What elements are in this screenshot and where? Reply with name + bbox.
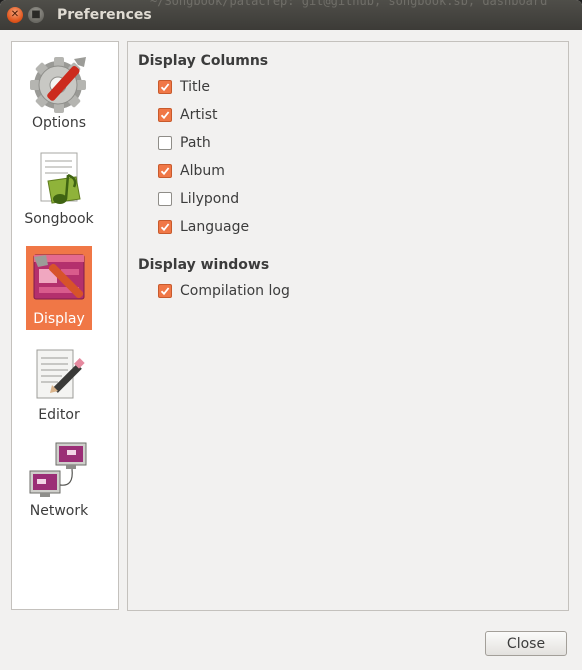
- close-button[interactable]: Close: [485, 631, 567, 656]
- checkbox[interactable]: [158, 80, 172, 94]
- sidebar-item-display[interactable]: Display: [26, 246, 92, 330]
- sidebar-item-editor[interactable]: Editor: [26, 342, 92, 426]
- column-path-checkbox[interactable]: Path: [158, 133, 211, 153]
- sidebar-item-label: Display: [33, 311, 85, 327]
- check-icon: [160, 111, 170, 120]
- minimize-icon: ■: [31, 9, 41, 20]
- window-minimize-button[interactable]: ■: [28, 7, 44, 23]
- column-lilypond-checkbox[interactable]: Lilypond: [158, 189, 239, 209]
- checkbox-label: Path: [180, 135, 211, 151]
- background-window-text: ~/Songbook/patacrep: git@github; songboo…: [150, 0, 548, 8]
- songbook-icon: [40, 152, 81, 204]
- preferences-sidebar: Options Songbook Display Editor Network: [11, 41, 119, 610]
- check-icon: [160, 223, 170, 232]
- check-icon: [160, 83, 170, 92]
- checkbox[interactable]: [158, 284, 172, 298]
- column-language-checkbox[interactable]: Language: [158, 217, 249, 237]
- window-title: Preferences: [57, 7, 152, 23]
- checkbox-label: Lilypond: [180, 191, 240, 207]
- checkbox[interactable]: [158, 164, 172, 178]
- sidebar-item-network[interactable]: Network: [26, 438, 92, 522]
- display-columns-title: Display Columns: [138, 53, 269, 69]
- checkbox[interactable]: [158, 108, 172, 122]
- column-title-checkbox[interactable]: Title: [158, 77, 210, 97]
- checkbox[interactable]: [158, 220, 172, 234]
- checkbox-label: Artist: [180, 107, 218, 123]
- checkbox-label: Album: [180, 163, 225, 179]
- checkbox-label: Compilation log: [180, 283, 290, 299]
- checkbox[interactable]: [158, 192, 172, 206]
- options-icon: [30, 57, 86, 113]
- check-icon: [160, 287, 170, 296]
- editor-icon: [36, 349, 85, 399]
- check-icon: [160, 167, 170, 176]
- compilation-log-checkbox[interactable]: Compilation log: [158, 281, 290, 301]
- title-bar[interactable]: ~/Songbook/patacrep: git@github; songboo…: [0, 0, 582, 30]
- sidebar-item-songbook[interactable]: Songbook: [24, 146, 94, 230]
- sidebar-item-options[interactable]: Options: [26, 50, 92, 134]
- checkbox-label: Title: [180, 79, 211, 95]
- close-icon: ✕: [10, 9, 20, 20]
- checkbox-label: Language: [180, 219, 250, 235]
- column-album-checkbox[interactable]: Album: [158, 161, 225, 181]
- display-settings-panel: Display Columns Title Artist Path Album …: [127, 41, 569, 611]
- display-windows-title: Display windows: [138, 257, 270, 273]
- preferences-window: ~/Songbook/patacrep: git@github; songboo…: [0, 0, 582, 670]
- display-icon: [33, 254, 85, 300]
- sidebar-item-label: Editor: [38, 407, 80, 423]
- sidebar-item-label: Songbook: [24, 211, 94, 227]
- sidebar-item-label: Network: [29, 503, 89, 519]
- network-icon: [29, 442, 87, 497]
- column-artist-checkbox[interactable]: Artist: [158, 105, 218, 125]
- window-close-button[interactable]: ✕: [7, 7, 23, 23]
- sidebar-item-label: Options: [31, 115, 87, 131]
- checkbox[interactable]: [158, 136, 172, 150]
